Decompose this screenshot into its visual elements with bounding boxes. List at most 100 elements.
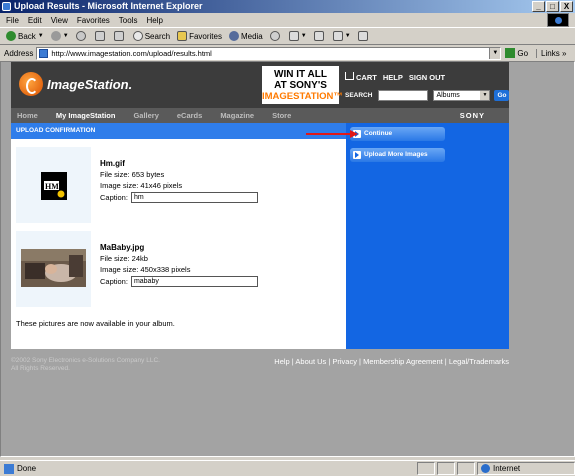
nav-magazine[interactable]: Magazine	[220, 111, 254, 120]
caption-input[interactable]: mababy	[130, 276, 258, 287]
cart-label: CART	[356, 73, 377, 82]
back-dropdown-icon[interactable]: ▼	[38, 33, 44, 39]
edit-button[interactable]: ▼	[332, 31, 351, 41]
print-icon	[313, 31, 324, 41]
site-search-label: SEARCH	[345, 92, 373, 99]
hm-thumbnail[interactable]: HM	[41, 172, 67, 200]
address-dropdown-icon[interactable]: ▼	[489, 47, 501, 59]
file-size: File size: 24kb	[100, 254, 148, 263]
discuss-button[interactable]	[357, 31, 370, 41]
upload-more-images-button[interactable]: Upload More Images	[350, 148, 445, 162]
upload-item: MaBaby.jpg File size: 24kb Image size: 4…	[16, 231, 341, 307]
site-search: SEARCH Albums ▼ Go	[345, 90, 510, 101]
continue-button[interactable]: Continue	[350, 127, 445, 141]
nav-my-imagestation[interactable]: My ImageStation	[56, 111, 116, 120]
media-label: Media	[240, 31, 263, 41]
maximize-button[interactable]: □	[546, 1, 559, 12]
file-size: File size: 653 bytes	[100, 170, 165, 179]
address-input[interactable]: http://www.imagestation.com/upload/resul…	[36, 46, 502, 60]
search-icon	[132, 31, 143, 41]
action-panel: Continue Upload More Images	[346, 123, 509, 349]
discuss-icon	[357, 31, 368, 41]
mail-button[interactable]: ▼	[288, 31, 307, 41]
edit-dropdown-icon[interactable]: ▼	[345, 33, 351, 39]
nav-ecards[interactable]: eCards	[177, 111, 202, 120]
zone-label: Internet	[493, 464, 521, 473]
go-button[interactable]: Go	[505, 48, 528, 58]
favorites-icon	[177, 31, 188, 41]
imagestation-logo-icon	[19, 72, 43, 96]
cart-icon	[345, 72, 354, 80]
favorites-button[interactable]: Favorites	[177, 31, 222, 41]
minimize-button[interactable]: _	[532, 1, 545, 12]
edit-icon	[332, 31, 343, 41]
back-button[interactable]: Back ▼	[6, 31, 44, 41]
mail-icon	[288, 31, 299, 41]
windows-logo-icon	[547, 13, 569, 27]
copyright-line-1: ©2002 Sony Electronics e-Solutions Compa…	[11, 357, 160, 364]
file-info: Hm.gif File size: 653 bytes Image size: …	[100, 158, 258, 203]
home-button[interactable]	[113, 31, 126, 41]
menu-view[interactable]: View	[51, 16, 68, 25]
window-title: Upload Results - Microsoft Internet Expl…	[14, 1, 203, 11]
refresh-icon	[94, 31, 105, 41]
caption-label: Caption:	[100, 277, 128, 286]
availability-note: These pictures are now available in your…	[16, 319, 175, 328]
promo-line-2: AT SONY'S	[274, 80, 327, 91]
links-button[interactable]: Links »	[536, 48, 566, 58]
mababy-thumbnail[interactable]	[21, 249, 86, 287]
nav-home[interactable]: Home	[17, 111, 38, 120]
logo-text: ImageStation.	[47, 76, 133, 92]
print-button[interactable]	[313, 31, 326, 41]
help-link[interactable]: HELP	[383, 73, 403, 82]
history-icon	[269, 31, 280, 41]
nav-gallery[interactable]: Gallery	[133, 111, 158, 120]
menu-help[interactable]: Help	[146, 16, 162, 25]
refresh-button[interactable]	[94, 31, 107, 41]
file-name: Hm.gif	[100, 159, 125, 168]
go-arrow-icon	[505, 48, 516, 58]
site-search-go-button[interactable]: Go	[494, 90, 510, 101]
menu-file[interactable]: File	[6, 16, 19, 25]
cart-link[interactable]: CART	[345, 72, 377, 82]
address-label: Address	[4, 48, 34, 58]
status-cell	[417, 462, 435, 475]
links-label: Links	[541, 48, 560, 58]
caption-label: Caption:	[100, 193, 128, 202]
close-button[interactable]: X	[560, 1, 573, 12]
sony-logo[interactable]: SONY	[460, 111, 485, 120]
stop-icon	[75, 31, 86, 41]
mail-dropdown-icon[interactable]: ▼	[301, 33, 307, 39]
forward-dropdown-icon[interactable]: ▼	[63, 33, 69, 39]
sign-out-link[interactable]: SIGN OUT	[409, 73, 445, 82]
stop-button[interactable]	[75, 31, 88, 41]
favorites-label: Favorites	[189, 31, 222, 41]
footer-links[interactable]: Help | About Us | Privacy | Membership A…	[274, 357, 509, 366]
forward-button[interactable]: ▼	[50, 31, 69, 41]
security-zone: Internet	[477, 462, 575, 475]
toolbar: Back ▼ ▼ Search Favorites Media ▼ ▼	[0, 27, 575, 45]
arrow-right-icon	[353, 151, 361, 159]
site-search-input[interactable]	[378, 90, 429, 101]
section-title: UPLOAD CONFIRMATION	[11, 123, 346, 139]
menu-edit[interactable]: Edit	[28, 16, 42, 25]
media-icon	[228, 31, 239, 41]
history-button[interactable]	[269, 31, 282, 41]
search-scope-select[interactable]: Albums ▼	[433, 90, 491, 101]
promo-banner[interactable]: WIN IT ALL AT SONY'S IMAGESTATION™	[262, 66, 343, 104]
site-nav: Home My ImageStation Gallery eCards Maga…	[11, 108, 509, 123]
menu-favorites[interactable]: Favorites	[77, 16, 110, 25]
red-arrow-annotation	[306, 130, 358, 138]
caption-input[interactable]: hm	[130, 192, 258, 203]
svg-text:HM: HM	[45, 182, 59, 191]
imagestation-logo[interactable]: ImageStation.	[19, 72, 132, 96]
media-button[interactable]: Media	[228, 31, 263, 41]
search-button[interactable]: Search	[132, 31, 170, 41]
copyright-line-2: All Rights Reserved.	[11, 365, 70, 372]
window-title-bar: Upload Results - Microsoft Internet Expl…	[0, 0, 575, 13]
status-cell	[437, 462, 455, 475]
upload-confirmation-panel: UPLOAD CONFIRMATION HM Hm.gif File size:…	[11, 123, 346, 349]
menu-tools[interactable]: Tools	[119, 16, 138, 25]
address-bar: Address http://www.imagestation.com/uplo…	[0, 45, 575, 61]
nav-store[interactable]: Store	[272, 111, 291, 120]
